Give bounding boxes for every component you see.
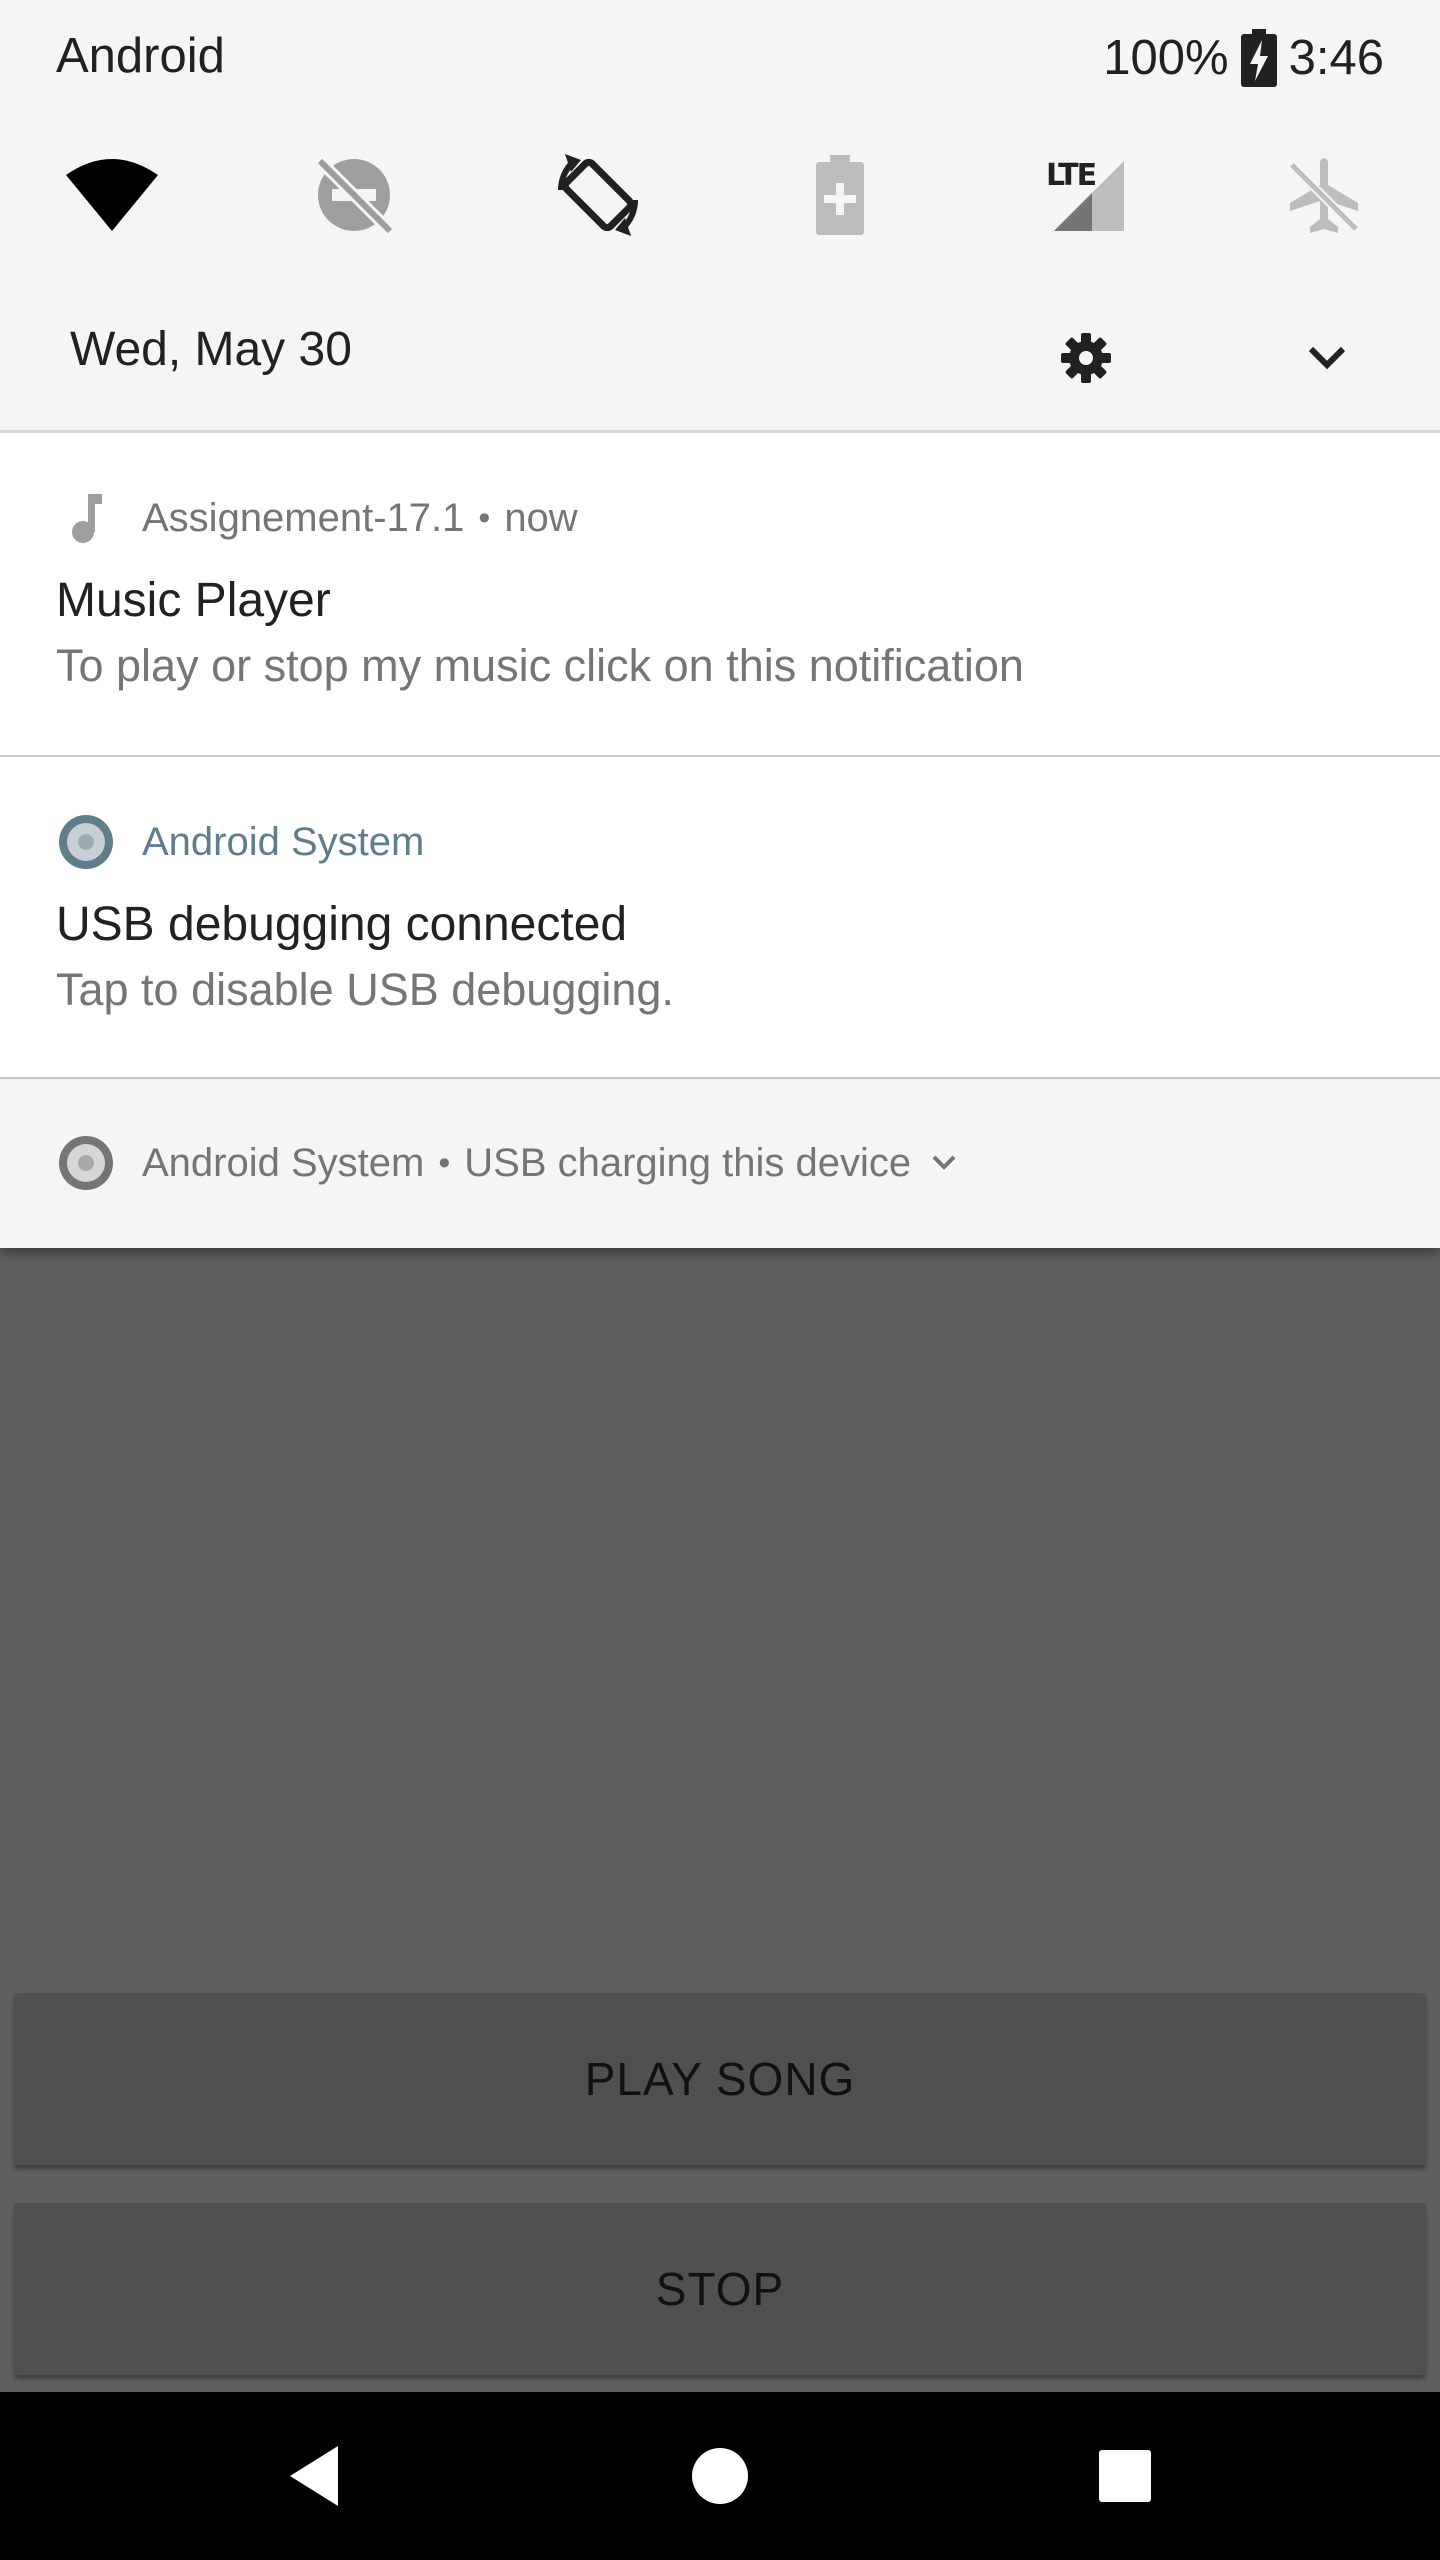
airplane-mode-icon: [1288, 158, 1360, 233]
separator-dot: •: [478, 498, 491, 537]
status-bar: Android 100% 3:46: [0, 0, 1440, 116]
notification-header: Assignement-17.1 • now: [56, 488, 578, 548]
notification-time: now: [504, 495, 578, 540]
home-button[interactable]: [670, 2426, 770, 2526]
carrier-name: Android: [56, 29, 225, 83]
recents-button[interactable]: [1075, 2426, 1175, 2526]
notification-text: To play or stop my music click on this n…: [56, 640, 1024, 691]
shade-header: Wed, May 30: [0, 300, 1440, 410]
date-label: Wed, May 30: [70, 323, 352, 376]
notification-text: Tap to disable USB debugging.: [56, 964, 674, 1015]
back-button[interactable]: [264, 2426, 364, 2526]
android-system-icon: [56, 812, 116, 872]
notification-title: Music Player: [56, 574, 331, 627]
play-song-button[interactable]: PLAY SONG: [14, 1993, 1426, 2165]
auto-rotate-icon: [557, 154, 639, 236]
qs-tile-auto-rotate[interactable]: [538, 140, 658, 250]
notification-app-name: Android System: [142, 1140, 425, 1185]
notification-summary: USB charging this device: [464, 1140, 912, 1185]
battery-saver-icon: [816, 155, 864, 235]
svg-text:LTE: LTE: [1046, 158, 1096, 193]
notification-title: USB debugging connected: [56, 898, 628, 951]
qs-tile-wifi[interactable]: [52, 140, 172, 250]
notification-music-player[interactable]: Assignement-17.1 • now Music Player To p…: [0, 433, 1440, 755]
qs-tile-mobile-data[interactable]: LTE: [1020, 140, 1140, 250]
status-indicators: 100% 3:46: [1103, 28, 1384, 88]
notification-shade: Android 100% 3:46 LTE Wed, May 30 Assign…: [0, 0, 1440, 1248]
navigation-bar: [0, 2392, 1440, 2560]
dnd-off-icon: [315, 156, 395, 236]
clock: 3:46: [1288, 31, 1384, 85]
chevron-down-icon: [1308, 346, 1346, 370]
stop-button[interactable]: STOP: [14, 2203, 1426, 2375]
notification-app-name: Android System: [142, 819, 425, 864]
qs-tile-dnd[interactable]: [294, 140, 414, 250]
recents-icon: [1099, 2450, 1151, 2502]
separator-dot: •: [438, 1143, 451, 1182]
lte-signal-icon: LTE: [1046, 158, 1124, 231]
qs-tile-battery-saver[interactable]: [780, 140, 900, 250]
notification-app-name: Assignement-17.1: [142, 495, 465, 540]
music-note-icon: [56, 488, 116, 548]
back-icon: [290, 2446, 338, 2506]
notification-usb-debugging[interactable]: Android System USB debugging connected T…: [0, 757, 1440, 1077]
wifi-icon: [66, 159, 158, 231]
expand-quick-settings-button[interactable]: [1287, 318, 1367, 398]
chevron-down-icon[interactable]: [931, 1154, 957, 1172]
quick-settings-row: LTE: [0, 140, 1440, 250]
battery-charging-icon: [1240, 29, 1277, 87]
notification-header: Android System: [56, 812, 424, 872]
battery-percent: 100%: [1103, 31, 1229, 85]
android-system-icon: [56, 1133, 116, 1193]
settings-button[interactable]: [1046, 318, 1126, 398]
notification-header: Android System • USB charging this devic…: [56, 1133, 957, 1193]
gear-icon: [1061, 333, 1111, 383]
home-icon: [692, 2448, 748, 2504]
notification-usb-charging[interactable]: Android System • USB charging this devic…: [0, 1079, 1440, 1248]
qs-tile-airplane[interactable]: [1264, 140, 1384, 250]
